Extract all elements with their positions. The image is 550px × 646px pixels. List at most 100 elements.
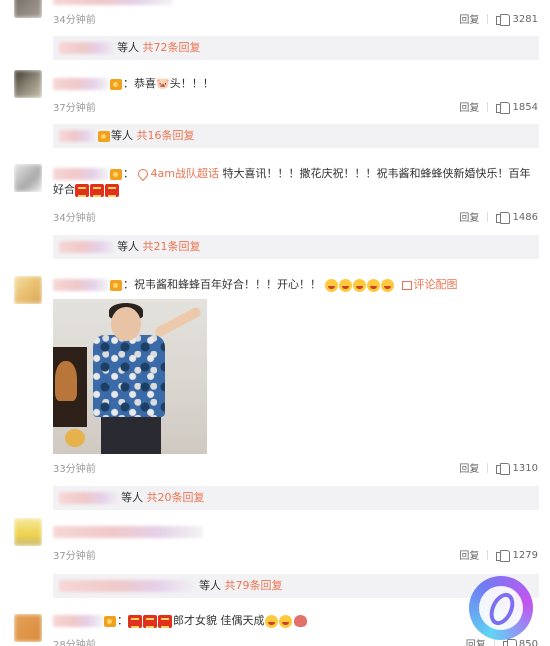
like-button[interactable]: 1310 [496,462,538,475]
double-happiness-emoji-icon [105,183,119,197]
like-button[interactable]: 3281 [496,13,538,26]
reply-count-link[interactable]: 共72条回复 [143,41,201,54]
reply-summary[interactable]: 等人 共72条回复 [53,36,539,60]
reply-summary-suffix: 等人 [121,491,143,504]
comment-time: 33分钟前 [53,464,96,475]
comment-time: 28分钟前 [53,640,96,646]
like-count: 3281 [512,13,538,25]
divider [493,638,495,646]
reply-button[interactable]: 回复 [459,11,479,26]
super-topic-icon [135,166,150,182]
app-logo-watermark [469,576,533,640]
picture-icon [401,280,412,290]
vip-badge-icon [110,168,122,180]
comment-text: ：郎才女貌 佳偶天成 [53,613,540,629]
reply-button[interactable]: 回复 [459,547,479,562]
comment-text-cut [53,0,540,7]
reply-count-link[interactable]: 共79条回复 [225,579,283,592]
reply-summary-suffix: 等人 [117,41,139,54]
avatar[interactable] [14,276,42,304]
thumbs-up-icon [496,549,511,562]
comment-body: ：祝韦酱和蜂蜂百年好合！！！开心！！ [123,278,321,291]
blurred-username [59,580,199,592]
divider [487,462,489,473]
comment-body: ：恭喜🐷头！！！ [123,77,214,90]
thumbs-up-icon [496,13,511,26]
reply-button[interactable]: 回复 [459,99,479,114]
laughing-emoji-icon [352,278,366,292]
comment-actions: 回复 1310 [459,460,538,475]
thumbs-up-icon [496,211,511,224]
blurred-username [59,241,117,253]
double-happiness-emoji-icon [90,183,104,197]
like-button[interactable]: 1854 [496,101,538,114]
reply-count-link[interactable]: 共16条回复 [137,129,195,142]
vip-badge-icon [110,78,122,90]
reply-summary-suffix: 等人 [111,129,133,142]
avatar[interactable] [14,518,42,546]
like-count: 1310 [512,462,538,474]
divider [487,211,489,222]
blurred-username [53,526,203,538]
double-happiness-emoji-icon [143,614,157,628]
comment-text: ：恭喜🐷头！！！ [53,76,540,92]
thumbs-up-icon [496,462,511,475]
like-count: 1854 [512,101,538,113]
like-count: 1486 [512,211,538,223]
comment-body: 郎才女貌 佳偶天成 [173,614,265,627]
avatar[interactable] [14,164,42,192]
reply-count-link[interactable]: 共20条回复 [147,491,205,504]
super-topic-link[interactable]: 4am战队超话 [151,167,219,180]
blurred-username [53,168,109,180]
reply-summary-suffix: 等人 [117,240,139,253]
like-count: 1279 [512,549,538,561]
blurred-username [59,42,117,54]
reply-button[interactable]: 回复 [459,460,479,475]
divider [487,101,489,112]
comment-text [53,524,540,540]
comment-text: ：祝韦酱和蜂蜂百年好合！！！开心！！ 评论配图 [53,277,540,293]
reply-count-link[interactable]: 共21条回复 [143,240,201,253]
double-happiness-emoji-icon [158,614,172,628]
laughing-emoji-icon [264,614,278,628]
double-happiness-emoji-icon [75,183,89,197]
comment-actions: 回复 1486 [459,209,538,224]
reply-summary[interactable]: 等人 共16条回复 [53,124,539,148]
laughing-emoji-icon [278,614,292,628]
reply-summary[interactable]: 等人 共21条回复 [53,235,539,259]
comment-time: 37分钟前 [53,551,96,562]
blurred-username [53,615,103,627]
double-happiness-emoji-icon [128,614,142,628]
divider [487,549,489,560]
reply-summary[interactable]: 等人 共20条回复 [53,486,539,510]
comment-picture-link[interactable]: 评论配图 [414,278,458,291]
like-button[interactable]: 1486 [496,211,538,224]
comment-photo[interactable] [53,299,207,454]
comment-time: 37分钟前 [53,103,96,114]
laughing-emoji-icon [366,278,380,292]
blurred-username [53,279,109,291]
thumbs-up-icon [496,101,511,114]
reply-button[interactable]: 回复 [466,636,486,646]
avatar[interactable] [14,70,42,98]
like-count: 850 [518,638,538,646]
divider [487,13,489,24]
laughing-emoji-icon [324,278,338,292]
like-button[interactable]: 1279 [496,549,538,562]
comment-time: 34分钟前 [53,15,96,26]
avatar[interactable] [14,0,42,18]
reply-summary[interactable]: 等人 共79条回复 [53,574,539,598]
vip-badge-icon [104,615,116,627]
shy-face-emoji-icon [293,615,307,627]
reply-button[interactable]: 回复 [459,209,479,224]
laughing-emoji-icon [380,278,394,292]
comment-body: 特大喜讯！！！撒花庆祝！！！祝韦酱和蜂蜂侠新婚快乐！百年好合 [53,167,531,196]
blurred-username [59,492,121,504]
comment-actions: 回复 3281 [459,11,538,26]
avatar[interactable] [14,614,42,642]
blurred-username [59,130,97,142]
vip-badge-icon [110,279,122,291]
blurred-username [53,78,109,90]
laughing-emoji-icon [338,278,352,292]
comment-time: 34分钟前 [53,213,96,224]
